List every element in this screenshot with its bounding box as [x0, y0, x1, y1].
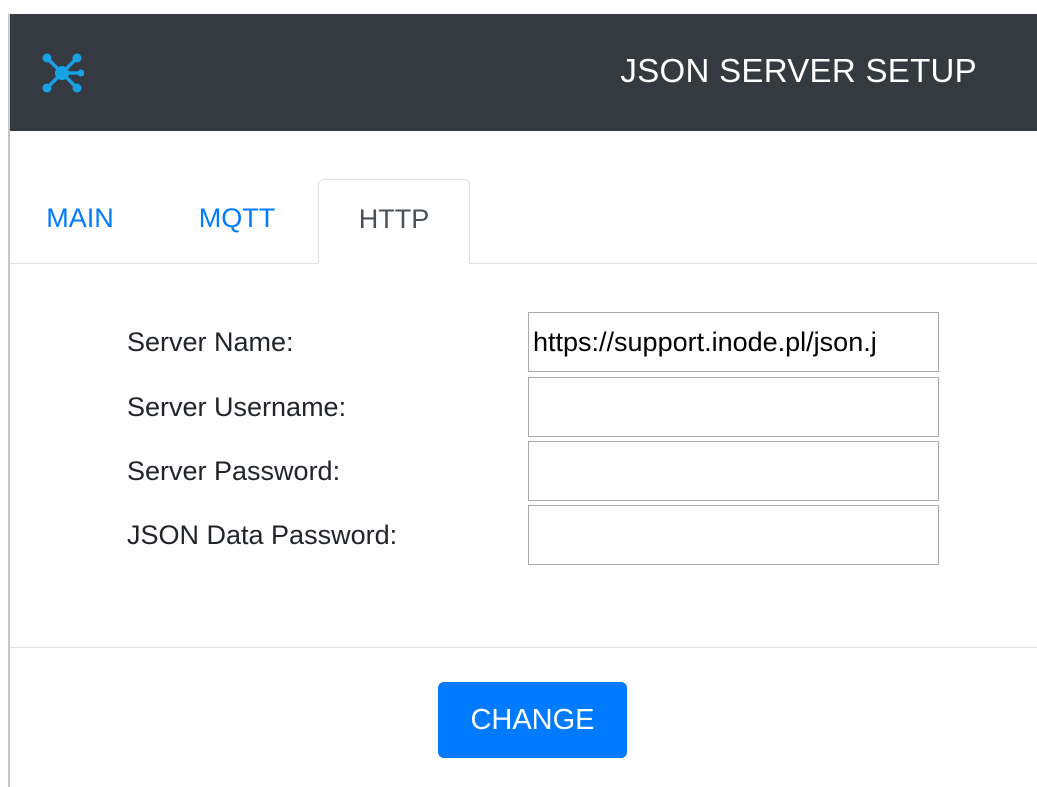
server-password-row: Server Password:	[10, 441, 1037, 501]
server-username-input[interactable]	[528, 377, 939, 437]
json-data-password-label: JSON Data Password:	[127, 520, 398, 550]
server-name-label: Server Name:	[127, 327, 294, 357]
page-margin	[0, 0, 8, 787]
footer-divider	[10, 647, 1037, 648]
server-username-row: Server Username:	[10, 377, 1037, 437]
json-data-password-input[interactable]	[528, 505, 939, 565]
server-name-row: Server Name:	[10, 312, 1037, 372]
tab-http[interactable]: HTTP	[318, 179, 470, 264]
app-header: JSON SERVER SETUP	[10, 14, 1037, 131]
json-data-password-row: JSON Data Password:	[10, 505, 1037, 565]
tab-mqtt[interactable]: MQTT	[182, 179, 292, 263]
server-password-input[interactable]	[528, 441, 939, 501]
page-title: JSON SERVER SETUP	[620, 52, 977, 89]
server-password-label: Server Password:	[127, 456, 341, 486]
setup-panel: JSON SERVER SETUP MAIN MQTT HTTP Server …	[8, 14, 1037, 787]
tab-bar: MAIN MQTT HTTP	[10, 179, 1037, 264]
network-hub-icon	[42, 53, 84, 93]
change-button[interactable]: CHANGE	[438, 682, 627, 758]
server-name-input[interactable]	[528, 312, 939, 372]
server-username-label: Server Username:	[127, 392, 347, 422]
tab-main[interactable]: MAIN	[30, 179, 130, 263]
